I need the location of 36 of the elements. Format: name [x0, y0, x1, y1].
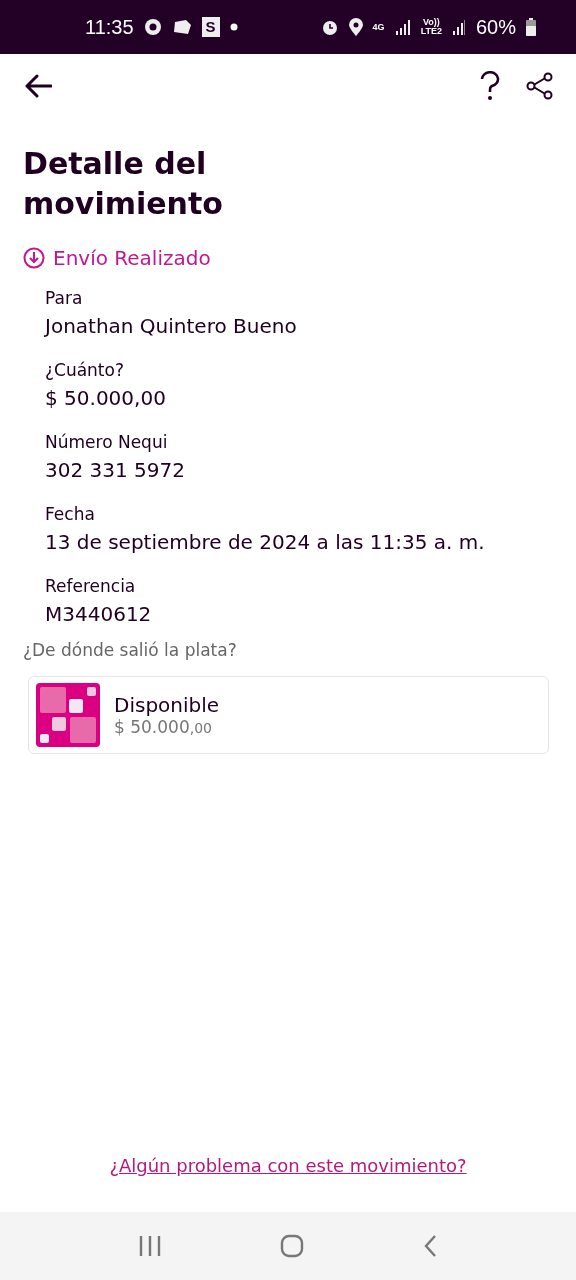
alarm-icon — [320, 18, 339, 36]
page-title: Detalle del movimiento — [23, 145, 224, 223]
network-label: 4G — [372, 22, 385, 32]
field-label: Número Nequi — [45, 431, 168, 454]
field-label: Fecha — [45, 503, 95, 526]
field-value: $ 50.000,00 — [45, 385, 166, 412]
field-value: Jonathan Quintero Bueno — [45, 313, 297, 340]
battery-percent: 60% — [475, 15, 516, 39]
account-name: Disponible — [114, 693, 220, 717]
field-value: M3440612 — [45, 601, 152, 628]
problem-link[interactable]: ¿Algún problema con este movimiento? — [109, 1155, 467, 1176]
account-balance: $ 50.000,00 — [114, 717, 212, 737]
signal-icon — [394, 19, 411, 35]
clock-time: 11:35 — [85, 15, 134, 39]
dot-icon — [229, 23, 238, 31]
back-chevron-icon — [422, 1234, 437, 1258]
field-label: Para — [45, 287, 83, 310]
source-question: ¿De dónde salió la plata? — [23, 640, 237, 660]
share-icon — [526, 72, 554, 100]
app-badge: S — [201, 17, 220, 37]
field-value: 302 331 5972 — [45, 457, 185, 484]
battery-icon — [526, 18, 536, 36]
status-label: Envío Realizado — [53, 246, 211, 270]
volte-label: Vo)) LTE2 — [420, 18, 442, 36]
recent-apps-icon — [139, 1236, 162, 1256]
back-arrow-icon — [24, 74, 52, 98]
download-circle-icon — [23, 247, 45, 269]
field-value: 13 de septiembre de 2024 a las 11:35 a. m. — [45, 529, 485, 556]
help-icon — [480, 71, 500, 101]
location-icon — [348, 18, 363, 36]
field-label: ¿Cuánto? — [45, 359, 124, 382]
pocket-icon — [36, 683, 100, 747]
home-icon — [280, 1234, 304, 1258]
signal-icon — [451, 19, 466, 35]
field-label: Referencia — [45, 575, 136, 598]
account-card[interactable]: Disponible $ 50.000,00 — [28, 676, 549, 754]
